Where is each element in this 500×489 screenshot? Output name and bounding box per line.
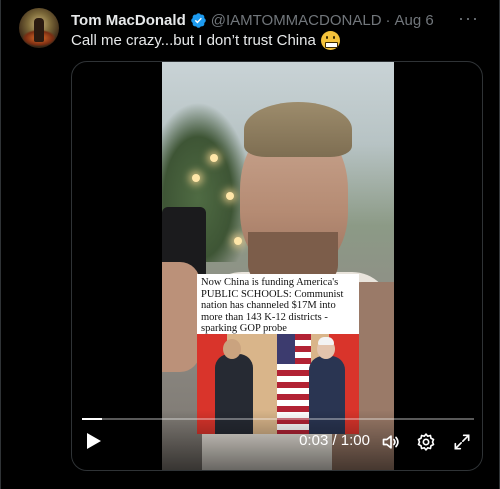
- video-player[interactable]: Now China is funding America's PUBLIC SC…: [71, 61, 483, 471]
- leader-left-head: [223, 339, 241, 359]
- avatar-figure: [34, 18, 44, 42]
- timestamp[interactable]: Aug 6: [395, 12, 434, 29]
- leader-right-head: [317, 337, 335, 359]
- fullscreen-icon[interactable]: [452, 432, 472, 452]
- avatar[interactable]: [19, 8, 59, 48]
- volume-icon[interactable]: [381, 432, 401, 452]
- gear-icon[interactable]: [416, 432, 436, 452]
- progress-bar[interactable]: [82, 418, 474, 420]
- time-display: 0:03 / 1:00: [299, 432, 370, 449]
- tweet-header: Tom MacDonald @IAMTOMMACDONALD · Aug 6: [71, 10, 434, 30]
- tweet-text: Call me crazy...but I don’t trust China: [71, 31, 340, 50]
- grimacing-face-emoji-icon: [320, 31, 340, 50]
- author-handle[interactable]: @IAMTOMMACDONALD: [211, 12, 382, 29]
- news-headline: Now China is funding America's PUBLIC SC…: [201, 277, 344, 334]
- string-light: [192, 174, 200, 182]
- video-controls: 0:03 / 1:00: [72, 410, 482, 470]
- progress-fill: [82, 418, 102, 420]
- string-light: [210, 154, 218, 162]
- author-name[interactable]: Tom MacDonald: [71, 12, 186, 29]
- string-light: [234, 237, 242, 245]
- person-hand: [162, 262, 200, 372]
- more-options-icon[interactable]: ···: [458, 8, 479, 29]
- verified-badge-icon: [190, 12, 206, 28]
- person-cap: [244, 102, 352, 157]
- tweet-text-body: Call me crazy...but I don’t trust China: [71, 32, 316, 49]
- play-icon[interactable]: [86, 432, 102, 450]
- tweet-card[interactable]: Tom MacDonald @IAMTOMMACDONALD · Aug 6 ·…: [0, 0, 500, 489]
- string-light: [226, 192, 234, 200]
- separator-dot: ·: [385, 11, 391, 29]
